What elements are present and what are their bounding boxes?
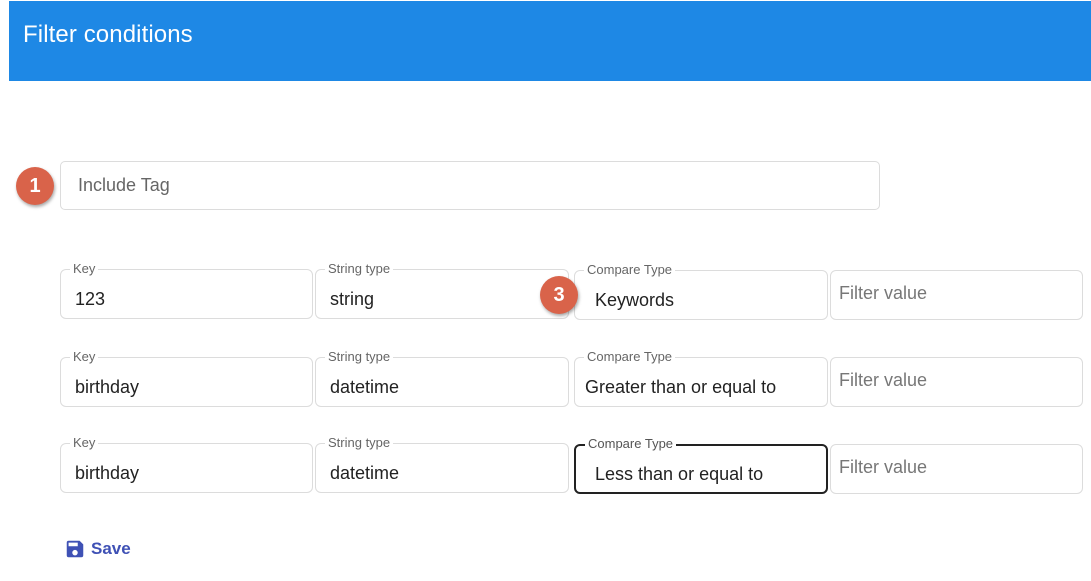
key-field-row-3[interactable]: Key birthday	[60, 435, 313, 493]
compare-type-value: Keywords	[595, 290, 675, 310]
string-type-select-row-2[interactable]: String type datetime	[315, 349, 569, 407]
key-label: Key	[70, 349, 99, 365]
filter-value-input-row-3[interactable]: Filter value	[830, 444, 1083, 494]
key-field-row-1[interactable]: Key 123	[60, 261, 313, 319]
save-label: Save	[91, 539, 131, 558]
compare-type-value: Greater than or equal to	[585, 377, 777, 397]
filter-value-placeholder: Filter value	[839, 283, 928, 303]
string-type-label: String type	[325, 435, 394, 451]
filter-value-input-row-1[interactable]: Filter value	[830, 270, 1083, 320]
key-value: birthday	[75, 463, 140, 483]
string-type-select-row-3[interactable]: String type datetime	[315, 435, 569, 493]
key-label: Key	[70, 435, 99, 451]
compare-type-label: Compare Type	[584, 262, 676, 278]
step-badge-3: 3	[540, 276, 578, 314]
compare-type-select-row-1[interactable]: Compare Type Keywords	[574, 262, 828, 320]
filter-value-placeholder: Filter value	[839, 370, 928, 390]
key-field-row-2[interactable]: Key birthday	[60, 349, 313, 407]
filter-value-placeholder: Filter value	[839, 457, 928, 477]
string-type-value: datetime	[330, 463, 400, 483]
compare-type-label: Compare Type	[584, 349, 676, 365]
string-type-value: datetime	[330, 377, 400, 397]
string-type-select-row-1[interactable]: String type string	[315, 261, 569, 319]
compare-type-label: Compare Type	[585, 436, 677, 452]
page-title: Filter conditions	[23, 21, 193, 48]
compare-type-select-row-3[interactable]: Compare Type Less than or equal to	[574, 436, 828, 494]
key-value: 123	[75, 289, 106, 309]
string-type-label: String type	[325, 349, 394, 365]
filter-value-input-row-2[interactable]: Filter value	[830, 357, 1083, 407]
compare-type-select-row-2[interactable]: Compare Type Greater than or equal to	[574, 349, 828, 407]
string-type-label: String type	[325, 261, 394, 277]
save-button[interactable]: Save	[64, 538, 131, 560]
floppy-disk-icon	[66, 540, 84, 558]
compare-type-value: Less than or equal to	[595, 464, 764, 484]
key-label: Key	[70, 261, 99, 277]
step-badge-1: 1	[16, 167, 54, 205]
string-type-value: string	[330, 289, 375, 309]
page-header: Filter conditions	[9, 1, 1091, 81]
include-tag-input[interactable]: Include Tag	[60, 161, 880, 210]
key-value: birthday	[75, 377, 140, 397]
